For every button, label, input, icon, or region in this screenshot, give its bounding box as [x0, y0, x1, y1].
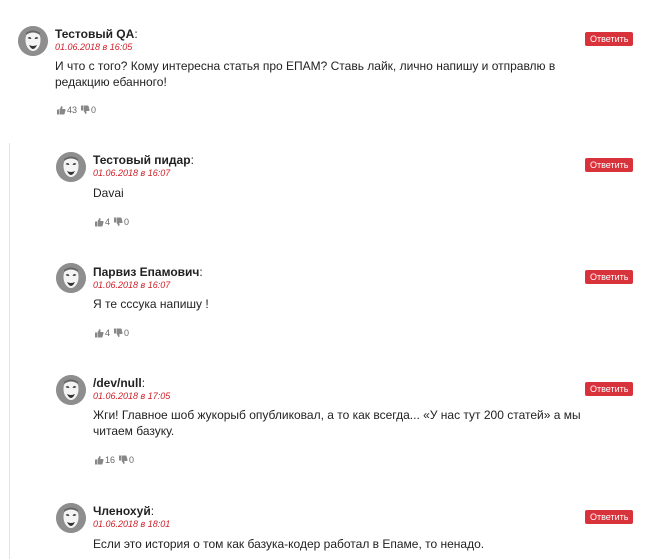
avatar[interactable] [56, 263, 86, 293]
comment-date: 01.06.2018 в 16:07 [93, 280, 171, 290]
anonymous-mask-icon [56, 152, 86, 182]
colon: : [141, 376, 146, 390]
vote-bar: 16 0 [94, 455, 134, 465]
comment-author[interactable]: Парвиз Епамович: [93, 265, 203, 279]
vote-bar: 43 0 [56, 105, 96, 115]
thumbs-up-icon[interactable] [94, 217, 104, 227]
comment-date: 01.06.2018 в 16:05 [55, 42, 133, 52]
comment-date: 01.06.2018 в 18:01 [93, 519, 171, 529]
comment-author[interactable]: Тестовый QA: [55, 27, 138, 41]
author-name[interactable]: /dev/null [93, 376, 142, 390]
comment-text: Я те сссука напишу ! [93, 297, 209, 311]
comment: Членохуй: 01.06.2018 в 18:01 Если это ис… [56, 503, 636, 559]
comment: Тестовый пидар: 01.06.2018 в 16:07 Davai… [56, 152, 636, 232]
comment-text: Жги! Главное шоб жукорыб опубликовал, а … [93, 408, 581, 438]
colon: : [134, 27, 138, 41]
thumbs-down-icon[interactable] [80, 105, 90, 115]
dislike-count: 0 [124, 328, 130, 338]
author-name[interactable]: Членохуй [93, 504, 151, 518]
colon: : [150, 504, 155, 518]
dislike-count: 0 [124, 217, 130, 227]
thumbs-down-icon[interactable] [113, 217, 123, 227]
dislike-count: 0 [91, 105, 97, 115]
thread-line [9, 143, 10, 559]
comment-date: 01.06.2018 в 16:07 [93, 168, 171, 178]
anonymous-mask-icon [56, 375, 86, 405]
thumbs-down-icon[interactable] [118, 455, 128, 465]
comment: Парвиз Епамович: 01.06.2018 в 16:07 Я те… [56, 263, 636, 343]
like-count: 43 [67, 105, 78, 115]
colon: : [199, 265, 203, 279]
avatar[interactable] [56, 152, 86, 182]
comment-text: Если это история о том как базука-кодер … [93, 537, 485, 551]
vote-bar: 4 0 [94, 217, 129, 227]
like-count: 16 [105, 455, 116, 465]
comment: /dev/null: 01.06.2018 в 17:05 Жги! Главн… [56, 375, 636, 470]
like-count: 4 [105, 217, 111, 227]
thumbs-up-icon[interactable] [94, 328, 104, 338]
comment-author[interactable]: Тестовый пидар: [93, 153, 194, 167]
anonymous-mask-icon [56, 263, 86, 293]
reply-button[interactable]: Ответить [585, 158, 634, 172]
like-count: 4 [105, 328, 111, 338]
reply-button[interactable]: Ответить [585, 510, 634, 524]
avatar[interactable] [18, 26, 48, 56]
thumbs-up-icon[interactable] [94, 455, 104, 465]
thumbs-up-icon[interactable] [56, 105, 66, 115]
comment-author[interactable]: Членохуй: [93, 504, 154, 518]
anonymous-mask-icon [56, 503, 86, 533]
reply-button[interactable]: Ответить [585, 382, 634, 396]
avatar[interactable] [56, 503, 86, 533]
anonymous-mask-icon [18, 26, 48, 56]
thumbs-down-icon[interactable] [113, 328, 123, 338]
comment-date: 01.06.2018 в 17:05 [93, 391, 171, 401]
author-name[interactable]: Тестовый пидар [93, 153, 191, 167]
author-name[interactable]: Парвиз Епамович [93, 265, 199, 279]
reply-button[interactable]: Ответить [585, 270, 634, 284]
comment-author[interactable]: /dev/null: [93, 376, 145, 390]
author-name[interactable]: Тестовый QA [55, 27, 134, 41]
colon: : [190, 153, 194, 167]
reply-button[interactable]: Ответить [585, 32, 634, 46]
comment: Тестовый QA: 01.06.2018 в 16:05 И что с … [18, 26, 638, 121]
comment-text: И что с того? Кому интересна статья про … [55, 59, 556, 89]
comment-text: Davai [93, 186, 124, 200]
vote-bar: 4 0 [94, 328, 129, 338]
dislike-count: 0 [129, 455, 135, 465]
avatar[interactable] [56, 375, 86, 405]
